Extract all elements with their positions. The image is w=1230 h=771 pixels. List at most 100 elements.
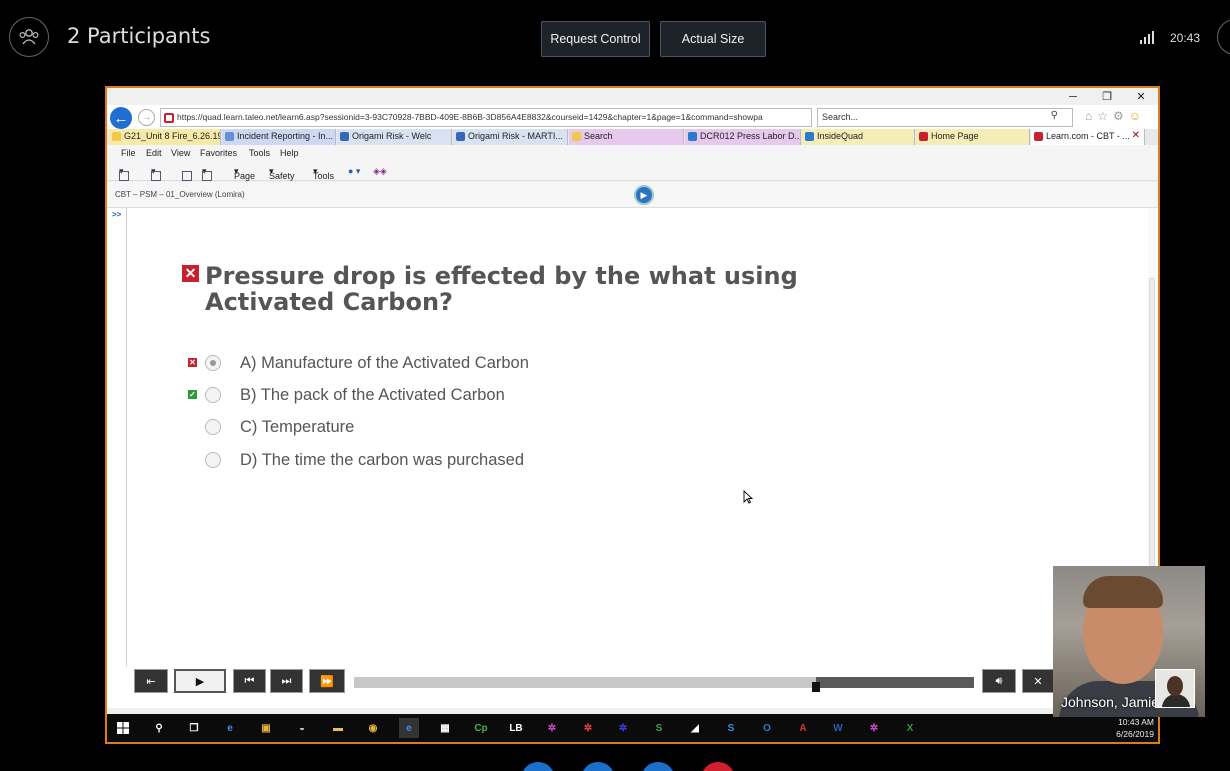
- answer-option[interactable]: D) The time the carbon was purchased: [187, 450, 687, 474]
- edge-icon[interactable]: e: [220, 718, 240, 738]
- app-s-icon[interactable]: S: [649, 718, 669, 738]
- bottom-control-button[interactable]: [521, 762, 555, 771]
- app-cp-icon[interactable]: Cp: [471, 718, 491, 738]
- answer-option[interactable]: C) Temperature: [187, 417, 687, 441]
- tab-close-icon[interactable]: ✕: [1132, 130, 1140, 141]
- course-header: CBT – PSM – 01_Overview (Lomira) ▶: [107, 182, 1158, 208]
- menu-help[interactable]: Help: [280, 148, 299, 158]
- next-icon[interactable]: ⏭: [270, 669, 303, 693]
- windows-start-icon[interactable]: [113, 718, 133, 738]
- chrome-icon[interactable]: ◉: [363, 718, 383, 738]
- restore-icon[interactable]: ❐: [1090, 88, 1124, 106]
- home-icon[interactable]: ⌂: [1085, 109, 1097, 123]
- progress-handle[interactable]: [811, 682, 820, 692]
- address-row: ← → https://quad.learn.taleo.net/learn6.…: [107, 105, 1158, 129]
- browser-tab[interactable]: Origami Risk - MARTI...: [453, 129, 568, 145]
- menu-edit[interactable]: Edit: [146, 148, 162, 158]
- end-call-button[interactable]: [701, 762, 735, 771]
- browser-tab[interactable]: Search: [569, 129, 684, 145]
- menu-tools[interactable]: Tools: [249, 148, 270, 158]
- search-icon[interactable]: ⚲: [149, 718, 169, 738]
- addon-icon[interactable]: ◈◈: [373, 166, 387, 177]
- forward-arrow-icon[interactable]: →: [138, 109, 155, 126]
- answer-option[interactable]: ✕ A) Manufacture of the Activated Carbon: [187, 353, 687, 377]
- radio-button[interactable]: [205, 452, 221, 468]
- browser-tab[interactable]: G21_Unit 8 Fire_6.26.19...: [109, 129, 221, 145]
- task-view-icon[interactable]: ❐: [184, 718, 204, 738]
- side-menu-button[interactable]: [1217, 19, 1230, 55]
- fast-forward-icon[interactable]: ⏩: [309, 669, 345, 693]
- address-bar[interactable]: https://quad.learn.taleo.net/learn6.asp?…: [160, 108, 812, 127]
- oracle-icon: [1034, 132, 1043, 141]
- radio-button[interactable]: [205, 387, 221, 403]
- tab-label: Origami Risk - MARTI...: [468, 131, 563, 141]
- gear-icon[interactable]: ⚙: [1113, 109, 1129, 123]
- tools-menu[interactable]: Tools ▾: [313, 166, 334, 181]
- actual-size-button[interactable]: Actual Size: [660, 21, 766, 57]
- smiley-icon[interactable]: ☺: [1129, 109, 1146, 123]
- radio-button[interactable]: [205, 355, 221, 371]
- app-icon[interactable]: ✲: [613, 718, 633, 738]
- answer-label: C) Temperature: [240, 418, 355, 436]
- minimize-icon[interactable]: ─: [1056, 88, 1090, 106]
- bottom-control-button[interactable]: [641, 762, 675, 771]
- back-arrow-icon[interactable]: ←: [110, 107, 132, 129]
- excel-icon[interactable]: X: [900, 718, 920, 738]
- sticky-notes-icon[interactable]: ◢: [685, 718, 705, 738]
- browser-tab[interactable]: Incident Reporting - In...: [222, 129, 336, 145]
- acrobat-icon[interactable]: A: [793, 718, 813, 738]
- help-icon[interactable]: ● ▾: [348, 166, 360, 177]
- browser-tab[interactable]: Origami Risk - Welc: [337, 129, 452, 145]
- search-icon[interactable]: ⚲: [1051, 110, 1058, 121]
- play-button[interactable]: ▶: [174, 669, 226, 693]
- browser-tab[interactable]: DCR012 Press Labor D...: [685, 129, 801, 145]
- self-view-thumbnail[interactable]: [1155, 669, 1195, 708]
- webcam-name-label: Johnson, Jamie: [1061, 694, 1160, 710]
- favorites-star-icon[interactable]: ☆: [1097, 109, 1113, 123]
- browser-tab-active[interactable]: Learn.com - CBT - ... ✕: [1031, 129, 1145, 145]
- menu-favorites[interactable]: Favorites: [200, 148, 237, 158]
- participants-button[interactable]: [9, 17, 49, 57]
- folder-icon: [572, 132, 581, 141]
- app-icon[interactable]: ✲: [542, 718, 562, 738]
- word-icon[interactable]: W: [828, 718, 848, 738]
- outlook-icon[interactable]: O: [757, 718, 777, 738]
- answer-option[interactable]: ✓ B) The pack of the Activated Carbon: [187, 385, 687, 409]
- store-icon[interactable]: ▣: [256, 718, 276, 738]
- taskbar-date: 6/26/2019: [1116, 729, 1154, 739]
- menu-bar: File Edit View Favorites Tools Help: [107, 145, 1158, 161]
- calculator-icon[interactable]: ▦: [435, 718, 455, 738]
- request-control-button[interactable]: Request Control: [541, 21, 650, 57]
- course-play-icon[interactable]: ▶: [634, 185, 654, 205]
- radio-button[interactable]: [205, 419, 221, 435]
- close-player-icon[interactable]: ✕: [1022, 669, 1054, 693]
- progress-bar[interactable]: [354, 677, 974, 692]
- print-icon[interactable]: ▾: [202, 166, 212, 181]
- close-icon[interactable]: ✕: [1124, 88, 1158, 106]
- app-lb-icon[interactable]: LB: [506, 718, 526, 738]
- feeds-icon[interactable]: ▾: [151, 166, 161, 181]
- skype-icon[interactable]: S: [721, 718, 741, 738]
- menu-view[interactable]: View: [171, 148, 190, 158]
- origami-icon: [340, 132, 349, 141]
- url-text: https://quad.learn.taleo.net/learn6.asp?…: [177, 112, 763, 122]
- app-icon[interactable]: ✲: [864, 718, 884, 738]
- media-player-bar: ⇤ ▶ ⏮ ⏭ ⏩ 🔊︎ ✕: [107, 666, 1158, 699]
- browser-tab[interactable]: InsideQuad: [802, 129, 915, 145]
- browser-tab[interactable]: Home Page: [916, 129, 1030, 145]
- browser-window: ─ ❐ ✕ ← → https://quad.learn.taleo.net/l…: [107, 88, 1158, 742]
- search-input[interactable]: Search... ⚲: [817, 108, 1073, 127]
- page-menu[interactable]: Page ▾: [234, 166, 255, 181]
- app-icon[interactable]: ✲: [578, 718, 598, 738]
- bottom-control-button[interactable]: [581, 762, 615, 771]
- home-icon[interactable]: ▾: [119, 166, 129, 181]
- app-icon[interactable]: ◒: [292, 718, 312, 738]
- previous-icon[interactable]: ⏮: [233, 669, 266, 693]
- expand-menu-icon[interactable]: >>: [112, 210, 121, 219]
- internet-explorer-icon[interactable]: e: [399, 718, 419, 738]
- file-explorer-icon[interactable]: ▬: [328, 718, 348, 738]
- menu-file[interactable]: File: [121, 148, 136, 158]
- volume-icon[interactable]: 🔊︎: [982, 669, 1016, 693]
- exit-icon[interactable]: ⇤: [134, 669, 168, 693]
- safety-menu[interactable]: Safety ▾: [269, 166, 295, 181]
